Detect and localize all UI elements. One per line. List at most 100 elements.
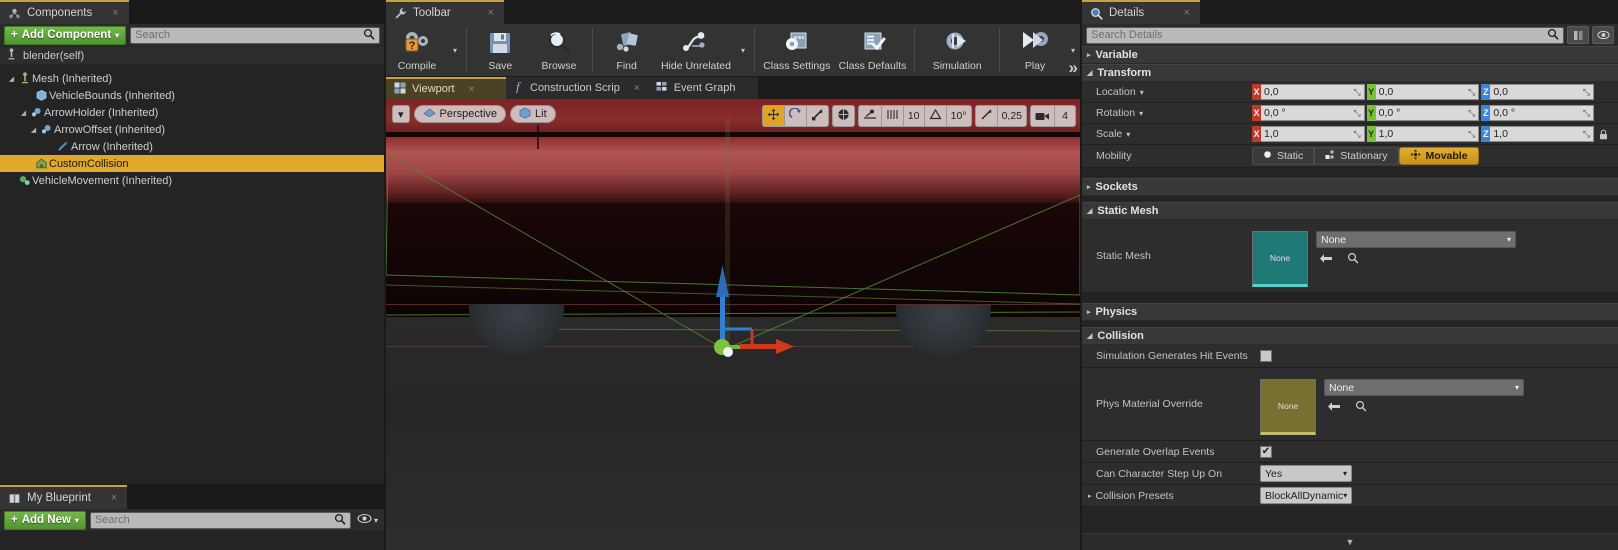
twisty-icon[interactable]: ◢ (28, 126, 39, 134)
grid-snap-toggle-button[interactable] (880, 106, 903, 126)
show-all-properties-button[interactable] (1592, 26, 1614, 44)
spinner-icon[interactable]: ⤡ (1468, 108, 1475, 119)
rotation-snap-toggle-button[interactable] (923, 106, 946, 126)
class-defaults-button[interactable]: Class Defaults (835, 24, 911, 76)
scale-x-field[interactable]: X 1,0 ⤡ (1252, 126, 1365, 142)
location-x-field[interactable]: X 0,0 ⤡ (1252, 84, 1365, 100)
spinner-icon[interactable]: ⤡ (1353, 108, 1360, 119)
rotation-y-input[interactable]: 0,0 ° ⤡ (1375, 105, 1480, 121)
hide-unrelated-options-caret[interactable]: ▾ (736, 24, 750, 76)
chevron-down-icon[interactable]: ▾ (1140, 88, 1144, 97)
spinner-icon[interactable]: ⤡ (1353, 87, 1360, 98)
scale-z-input[interactable]: 1,0 ⤡ (1490, 126, 1595, 142)
close-icon[interactable]: × (97, 492, 117, 504)
tree-row-arrowholder[interactable]: ◢ ArrowHolder (Inherited) (0, 104, 384, 121)
rotation-x-field[interactable]: X 0,0 ° ⤡ (1252, 105, 1365, 121)
mobility-static-button[interactable]: Static (1252, 147, 1315, 165)
rotate-tool-button[interactable] (783, 106, 806, 126)
compile-button[interactable]: ? Compile (386, 24, 448, 76)
scale-z-field[interactable]: Z 1,0 ⤡ (1481, 126, 1595, 142)
class-settings-button[interactable]: Class Settings (759, 24, 835, 76)
close-icon[interactable]: × (634, 83, 640, 94)
location-x-input[interactable]: 0,0 ⤡ (1261, 84, 1365, 100)
show-inherited-toggle[interactable]: ▾ (355, 513, 380, 527)
tree-row-vehiclemovement[interactable]: VehicleMovement (Inherited) (0, 172, 384, 189)
category-collision[interactable]: ◢ Collision (1082, 327, 1618, 345)
rotation-snap-value[interactable]: 10° (945, 106, 971, 126)
generate-overlap-events-checkbox[interactable]: ✔ (1260, 445, 1272, 458)
left-splitter[interactable] (384, 0, 385, 550)
spinner-icon[interactable]: ⤡ (1583, 87, 1590, 98)
spinner-icon[interactable]: ⤡ (1583, 108, 1590, 119)
compile-options-caret[interactable]: ▾ (448, 24, 462, 76)
rotation-z-field[interactable]: Z 0,0 ° ⤡ (1481, 105, 1595, 121)
category-variable[interactable]: ▸ Variable (1082, 46, 1618, 64)
browse-button[interactable]: Browse (530, 24, 589, 76)
collision-presets-dropdown[interactable]: BlockAllDynamic ▾ (1260, 487, 1352, 504)
tab-toolbar[interactable]: Toolbar × (386, 0, 504, 24)
scale-snap-value[interactable]: 0,25 (996, 106, 1026, 126)
twisty-icon[interactable]: ◢ (6, 75, 17, 83)
right-splitter[interactable] (1080, 0, 1081, 550)
browse-asset-icon[interactable] (1344, 252, 1362, 267)
add-new-button[interactable]: + Add New ▾ (4, 510, 86, 530)
spinner-icon[interactable]: ⤡ (1468, 87, 1475, 98)
tree-row-arrowoffset[interactable]: ◢ ArrowOffset (Inherited) (0, 121, 384, 138)
scale-y-field[interactable]: Y 1,0 ⤡ (1366, 126, 1480, 142)
viewport-3d[interactable]: ▾ Perspective Lit 10 10° 0,25 4 (386, 99, 1080, 550)
view-mode-button[interactable]: Lit (510, 105, 556, 123)
my-blueprint-search-input[interactable]: Search (89, 511, 351, 529)
location-z-input[interactable]: 0,0 ⤡ (1490, 84, 1595, 100)
mobility-stationary-button[interactable]: Stationary (1314, 147, 1399, 165)
close-icon[interactable]: × (1170, 7, 1190, 19)
static-mesh-thumbnail[interactable]: None (1252, 231, 1308, 287)
simulation-button[interactable]: Simulation (919, 24, 995, 76)
add-component-button[interactable]: + Add Component ▾ (4, 25, 127, 45)
column-layout-button[interactable] (1567, 26, 1589, 44)
category-static-mesh[interactable]: ◢ Static Mesh (1082, 202, 1618, 220)
location-y-field[interactable]: Y 0,0 ⤡ (1366, 84, 1480, 100)
category-sockets[interactable]: ▸ Sockets (1082, 178, 1618, 196)
use-selected-icon[interactable] (1324, 401, 1344, 415)
static-mesh-dropdown[interactable]: None ▾ (1316, 231, 1516, 248)
chevron-down-icon[interactable]: ▾ (1126, 130, 1130, 139)
surface-snap-toggle-button[interactable] (859, 106, 881, 126)
spinner-icon[interactable]: ⤡ (1468, 129, 1475, 140)
tab-components[interactable]: Components × (0, 0, 129, 24)
tree-row-mesh[interactable]: ◢ Mesh (Inherited) (0, 70, 384, 87)
rotation-x-input[interactable]: 0,0 ° ⤡ (1261, 105, 1365, 121)
tab-construction-script[interactable]: f Construction Scrip × (506, 77, 648, 99)
tree-row-customcollision[interactable]: CustomCollision (0, 155, 384, 172)
lock-icon[interactable] (1596, 129, 1610, 140)
category-transform[interactable]: ◢ Transform (1082, 64, 1618, 82)
location-z-field[interactable]: Z 0,0 ⤡ (1481, 84, 1595, 100)
twisty-icon[interactable]: ◢ (18, 109, 29, 117)
scale-y-input[interactable]: 1,0 ⤡ (1375, 126, 1480, 142)
spinner-icon[interactable]: ⤡ (1583, 129, 1590, 140)
grid-snap-value[interactable]: 10 (902, 106, 924, 126)
tab-viewport[interactable]: Viewport × (386, 77, 506, 99)
find-button[interactable]: Find (597, 24, 656, 76)
scale-tool-button[interactable] (805, 106, 828, 126)
close-icon[interactable]: × (469, 84, 475, 95)
rotation-y-field[interactable]: Y 0,0 ° ⤡ (1366, 105, 1480, 121)
tab-my-blueprint[interactable]: My Blueprint × (0, 485, 128, 509)
translate-tool-button[interactable] (762, 106, 784, 126)
camera-speed-icon[interactable] (1031, 106, 1054, 126)
use-selected-icon[interactable] (1316, 253, 1336, 267)
phys-material-dropdown[interactable]: None ▾ (1324, 379, 1524, 396)
browse-asset-icon[interactable] (1352, 400, 1370, 415)
save-button[interactable]: Save (471, 24, 530, 76)
details-scroll-more-button[interactable]: ▼ (1082, 533, 1618, 550)
details-search-input[interactable]: Search Details (1086, 26, 1564, 44)
simulation-hit-events-checkbox[interactable] (1260, 350, 1272, 362)
close-icon[interactable]: × (474, 7, 494, 19)
tab-details[interactable]: Details × (1082, 0, 1200, 24)
twisty-icon[interactable]: ▸ (1088, 492, 1092, 500)
components-search-input[interactable]: Search (130, 26, 380, 44)
can-character-step-up-on-dropdown[interactable]: Yes ▾ (1260, 465, 1352, 482)
transform-gizmo[interactable] (672, 257, 812, 387)
rotation-z-input[interactable]: 0,0 ° ⤡ (1490, 105, 1595, 121)
camera-speed-value[interactable]: 4 (1054, 106, 1075, 126)
mobility-movable-button[interactable]: Movable (1398, 147, 1479, 165)
